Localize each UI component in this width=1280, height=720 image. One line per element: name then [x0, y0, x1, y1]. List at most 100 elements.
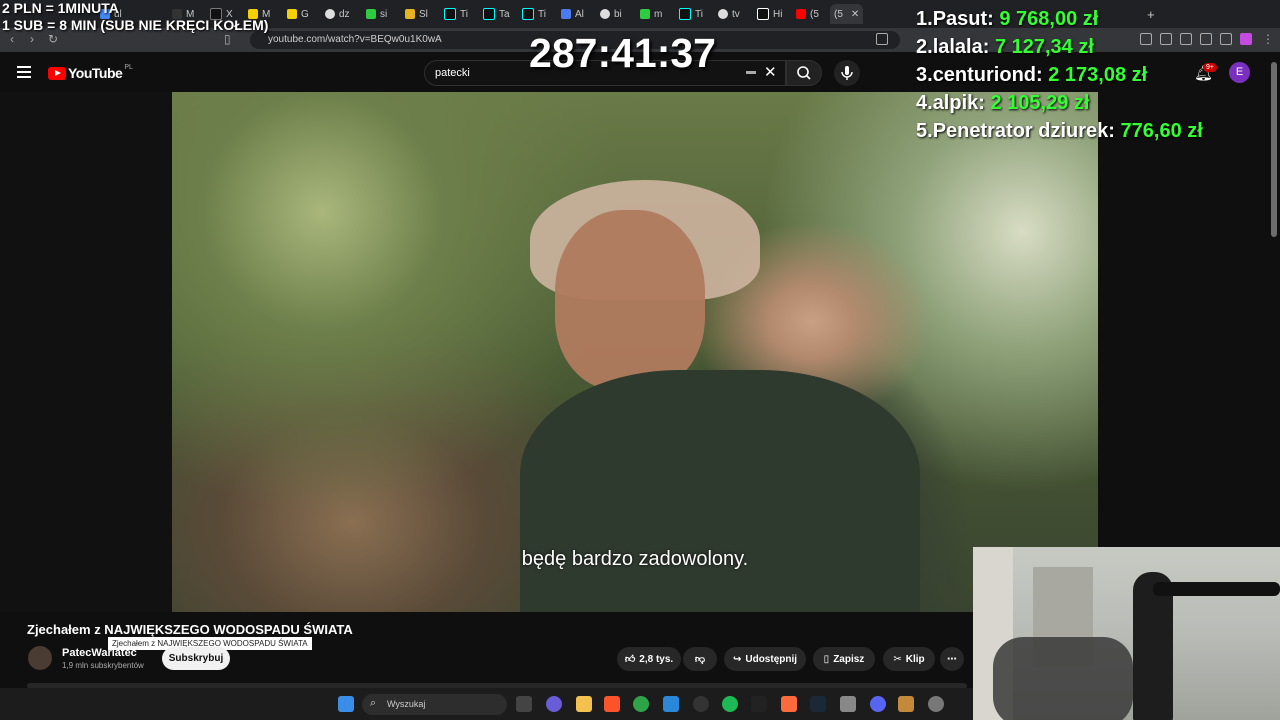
tab-label: (5 — [834, 8, 843, 20]
extension-icon[interactable] — [1200, 33, 1212, 45]
leaderboard-rank: 5. — [916, 120, 933, 142]
browser-tab-active[interactable]: (5 ✕ — [830, 4, 864, 24]
like-button[interactable]: 👍︎ 2,8 tys. — [617, 647, 681, 671]
calculator-icon[interactable] — [840, 696, 856, 712]
app-icon[interactable] — [693, 696, 709, 712]
channel-avatar[interactable] — [28, 646, 52, 670]
tab-favicon-icon — [483, 8, 495, 20]
leaderboard-entry: 2.lalala: 7 127,34 zł — [916, 36, 1094, 59]
back-icon[interactable]: ‹ — [10, 32, 14, 46]
menu-dots-icon[interactable]: ⋮ — [1262, 32, 1274, 46]
leaderboard-name: Pasut: — [932, 8, 994, 30]
voice-search-button[interactable] — [834, 60, 860, 86]
browser-tab[interactable]: Hi — [757, 4, 782, 24]
windows-start-icon[interactable] — [338, 696, 354, 712]
shield-icon[interactable] — [1220, 33, 1232, 45]
dislike-button[interactable]: 👎︎ — [683, 647, 717, 671]
leaderboard-entry: 5.Penetrator dziurek: 776,60 zł — [916, 120, 1203, 143]
browser-tab[interactable]: Ti — [679, 4, 703, 24]
app-icon[interactable] — [898, 696, 914, 712]
youtube-play-icon — [48, 66, 66, 80]
file-explorer-icon[interactable] — [576, 696, 592, 712]
tab-favicon-icon — [796, 9, 806, 19]
tab-label: Al — [575, 8, 584, 20]
reload-icon[interactable]: ↻ — [48, 32, 58, 46]
leaderboard-rank: 3. — [916, 64, 933, 86]
search-button[interactable] — [786, 60, 822, 86]
more-dots-icon: ⋯ — [947, 653, 957, 665]
bookmark-save-icon: ▯ — [823, 653, 830, 665]
browser-tab[interactable]: m — [640, 4, 662, 24]
clear-search-icon[interactable]: ✕ — [764, 63, 777, 81]
microphone-icon — [841, 66, 853, 80]
tab-label: Sl — [419, 8, 428, 20]
browser-tab[interactable]: Sl — [405, 4, 428, 24]
browser-tab[interactable]: G — [287, 4, 309, 24]
leaderboard-amount: 776,60 zł — [1120, 120, 1203, 142]
taskbar-search-input[interactable]: Wyszukaj — [362, 694, 507, 715]
tab-favicon-icon — [325, 9, 335, 19]
browser-tab[interactable]: Al — [561, 4, 584, 24]
spotify-icon[interactable] — [722, 696, 738, 712]
browser-tab[interactable]: bi — [600, 4, 622, 24]
video-player[interactable] — [172, 92, 1098, 612]
cam-mic-arm — [1153, 582, 1280, 596]
browser-tab[interactable]: dz — [325, 4, 350, 24]
bookmark-icon[interactable]: ▯ — [224, 32, 231, 46]
wallet-icon[interactable] — [1180, 33, 1192, 45]
subathon-timer: 287:41:37 — [529, 30, 716, 76]
more-actions-button[interactable]: ⋯ — [940, 647, 964, 671]
app-icon[interactable] — [751, 696, 767, 712]
like-count: 2,8 tys. — [639, 653, 674, 665]
keyboard-icon[interactable]: ▬ — [746, 66, 756, 77]
hamburger-menu-icon[interactable] — [17, 66, 31, 78]
profile-icon[interactable] — [1240, 33, 1252, 45]
close-tab-icon[interactable]: ✕ — [851, 9, 859, 20]
user-avatar[interactable]: E — [1229, 62, 1250, 83]
forward-icon[interactable]: › — [30, 32, 34, 46]
music-icon[interactable] — [1140, 33, 1152, 45]
tab-favicon-icon — [640, 9, 650, 19]
tab-favicon-icon — [679, 8, 691, 20]
brave-icon[interactable] — [781, 696, 797, 712]
new-tab-icon[interactable]: + — [1147, 4, 1155, 24]
tab-favicon-icon — [287, 9, 297, 19]
notification-badge: 9+ — [1203, 63, 1217, 72]
tab-favicon-icon — [757, 8, 769, 20]
browser-tab[interactable]: (5 — [796, 4, 819, 24]
search-icon — [797, 66, 811, 80]
page-scrollbar[interactable] — [1271, 62, 1277, 237]
youtube-logo[interactable]: YouTube PL — [48, 63, 133, 81]
tab-favicon-icon — [366, 9, 376, 19]
tab-label: tv — [732, 8, 740, 20]
browser-tab[interactable]: Ta — [483, 4, 510, 24]
browser-tab[interactable]: Ti — [444, 4, 468, 24]
copilot-icon[interactable] — [546, 696, 562, 712]
steam-icon[interactable] — [810, 696, 826, 712]
chrome-icon[interactable] — [633, 696, 649, 712]
leaderboard-entry: 3.centuriond: 2 173,08 zł — [916, 64, 1147, 87]
settings-gear-icon[interactable] — [928, 696, 944, 712]
store-icon[interactable] — [663, 696, 679, 712]
clip-button[interactable]: ✂ Klip — [883, 647, 935, 671]
browser-tab[interactable]: tv — [718, 4, 740, 24]
subscribe-button[interactable]: Subskrybuj — [162, 647, 230, 670]
channel-name[interactable]: PatecWariatec — [62, 647, 137, 659]
donation-rule-2: 1 SUB = 8 MIN (SUB NIE KRĘCI KOŁEM) — [2, 17, 269, 33]
sidebar-icon[interactable] — [1160, 33, 1172, 45]
cast-icon[interactable] — [876, 33, 888, 45]
save-button[interactable]: ▯ Zapisz — [813, 647, 875, 671]
region-label: PL — [124, 63, 133, 71]
logo-text: YouTube — [68, 65, 123, 81]
tab-favicon-icon — [561, 9, 571, 19]
share-button[interactable]: ↪ Udostępnij — [724, 647, 806, 671]
browser-tab[interactable]: si — [366, 4, 387, 24]
browser-tab[interactable]: Ti — [522, 4, 546, 24]
leaderboard-rank: 1. — [916, 8, 933, 30]
discord-icon[interactable] — [870, 696, 886, 712]
clip-label: Klip — [905, 653, 925, 665]
donation-rule-1: 2 PLN = 1MINUTA — [2, 0, 119, 16]
tab-label: dz — [339, 8, 350, 20]
task-view-icon[interactable] — [516, 696, 532, 712]
brave-browser-icon[interactable] — [604, 696, 620, 712]
